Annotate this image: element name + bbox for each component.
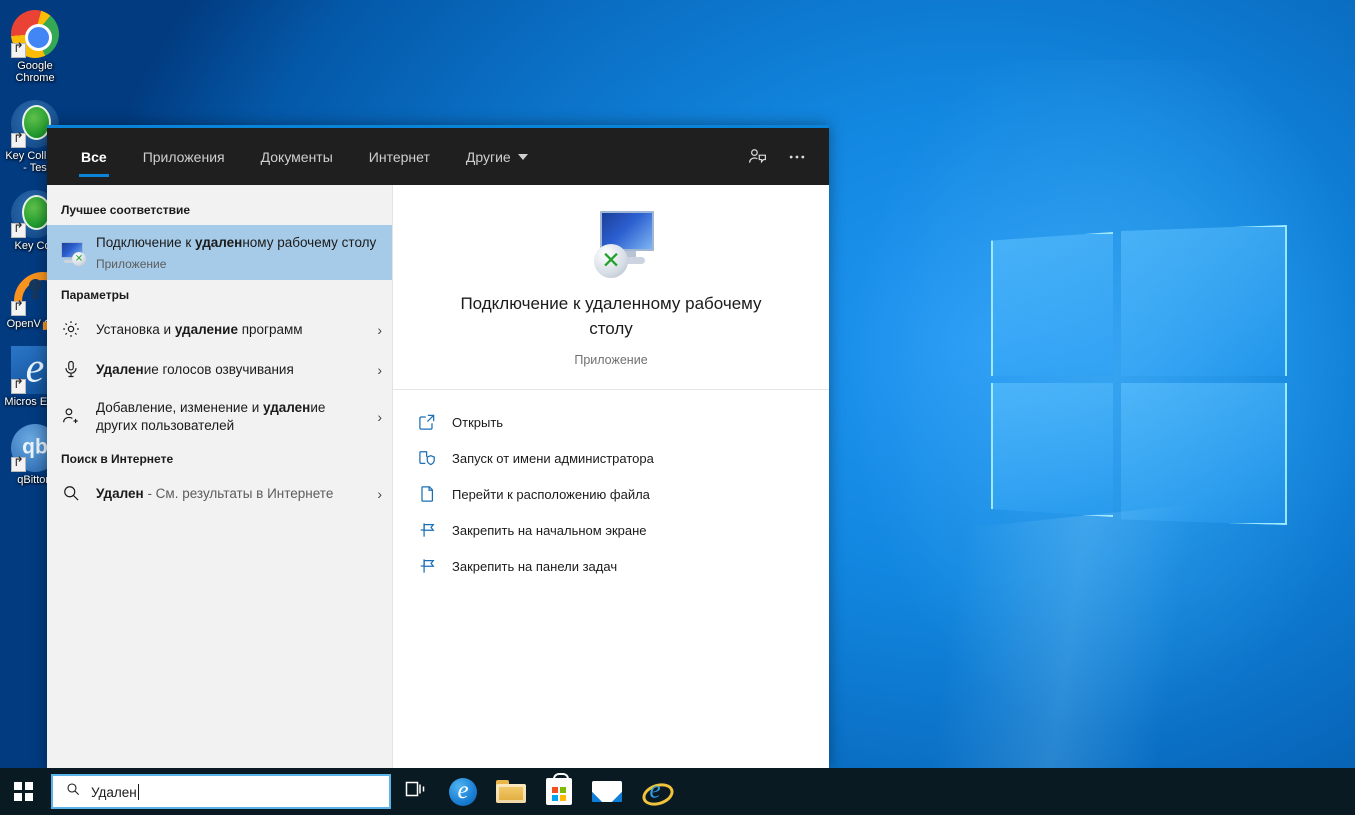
taskbar-button-mail[interactable] xyxy=(583,768,631,815)
search-results-column: Лучшее соответствие Подключение к удален… xyxy=(47,185,392,768)
text-caret xyxy=(138,784,139,800)
chevron-right-icon: › xyxy=(371,486,382,502)
result-item-remote-desktop[interactable]: Подключение к удаленному рабочему столу … xyxy=(47,225,392,280)
result-item-remove-voices[interactable]: Удаление голосов озвучивания › xyxy=(47,350,392,390)
mail-icon xyxy=(592,781,622,802)
tab-label: Приложения xyxy=(143,149,225,165)
search-flyout-header: Все Приложения Документы Интернет Другие xyxy=(47,128,829,185)
file-location-icon xyxy=(417,484,437,504)
tab-label: Документы xyxy=(261,149,333,165)
section-header-settings: Параметры xyxy=(47,280,392,310)
result-text: Удаление голосов озвучивания xyxy=(96,361,358,379)
shortcut-overlay-icon xyxy=(11,223,26,238)
search-icon xyxy=(61,483,83,505)
tab-documents[interactable]: Документы xyxy=(245,128,349,185)
search-icon xyxy=(65,781,81,802)
preview-action-list: Открыть Запуск от имени администратора xyxy=(393,390,829,584)
chevron-right-icon: › xyxy=(371,322,382,338)
pin-taskbar-icon xyxy=(417,556,437,576)
shortcut-overlay-icon xyxy=(11,301,26,316)
action-label: Перейти к расположению файла xyxy=(452,487,650,502)
microphone-icon xyxy=(61,359,83,381)
result-text: Удален - См. результаты в Интернете xyxy=(96,485,358,503)
wallpaper-window-pane-bottom-left xyxy=(991,383,1113,517)
desktop-icon-label: Google Chrome xyxy=(2,60,68,84)
desktop-icon-google-chrome[interactable]: Google Chrome xyxy=(0,6,70,90)
tab-web[interactable]: Интернет xyxy=(353,128,446,185)
task-view-icon xyxy=(403,778,427,805)
taskbar-button-internet-explorer[interactable] xyxy=(631,768,679,815)
feedback-icon[interactable] xyxy=(737,137,777,177)
tab-label: Все xyxy=(81,149,107,165)
chevron-down-icon xyxy=(518,154,528,160)
taskbar-button-microsoft-edge[interactable] xyxy=(439,768,487,815)
result-text: Подключение к удаленному рабочему столу … xyxy=(96,234,382,271)
microsoft-edge-icon xyxy=(449,778,477,806)
result-title: Установка и удаление программ xyxy=(96,322,303,337)
result-title: Удаление голосов озвучивания xyxy=(96,362,294,377)
search-flyout-body: Лучшее соответствие Подключение к удален… xyxy=(47,185,829,768)
action-label: Закрепить на панели задач xyxy=(452,559,617,574)
result-title: Добавление, изменение и удаление других … xyxy=(96,400,325,433)
tab-more[interactable]: Другие xyxy=(450,128,544,185)
action-label: Запуск от имени администратора xyxy=(452,451,654,466)
shortcut-overlay-icon xyxy=(11,457,26,472)
tab-all[interactable]: Все xyxy=(65,128,123,185)
open-icon xyxy=(417,412,437,432)
start-button[interactable] xyxy=(0,768,47,815)
tab-apps[interactable]: Приложения xyxy=(127,128,241,185)
remote-desktop-icon xyxy=(61,242,83,264)
preview-icon-wrapper xyxy=(423,211,799,273)
chrome-icon xyxy=(11,10,59,58)
shortcut-overlay-icon xyxy=(11,133,26,148)
gear-icon xyxy=(61,319,83,341)
taskbar-search-input[interactable]: Удален xyxy=(51,774,391,809)
task-view-button[interactable] xyxy=(391,768,439,815)
result-title: Подключение к удаленному рабочему столу xyxy=(96,235,376,250)
result-item-add-remove-programs[interactable]: Установка и удаление программ › xyxy=(47,310,392,350)
taskbar: Удален xyxy=(0,768,1355,815)
action-pin-to-taskbar[interactable]: Закрепить на панели задач xyxy=(415,548,829,584)
tab-label: Другие xyxy=(466,149,511,165)
microsoft-store-icon xyxy=(546,778,572,805)
remote-desktop-icon xyxy=(600,211,622,273)
section-header-web-search: Поиск в Интернете xyxy=(47,444,392,474)
file-explorer-icon xyxy=(496,780,526,803)
wallpaper-window-pane-top-left xyxy=(991,232,1113,376)
action-label: Открыть xyxy=(452,415,503,430)
action-pin-to-start[interactable]: Закрепить на начальном экране xyxy=(415,512,829,548)
section-header-best-match: Лучшее соответствие xyxy=(47,195,392,225)
action-run-as-administrator[interactable]: Запуск от имени администратора xyxy=(415,440,829,476)
search-tab-bar: Все Приложения Документы Интернет Другие xyxy=(47,128,737,185)
action-label: Закрепить на начальном экране xyxy=(452,523,647,538)
shortcut-overlay-icon xyxy=(11,379,26,394)
chevron-right-icon: › xyxy=(371,409,382,425)
windows-start-icon xyxy=(14,782,33,801)
wallpaper-window-pane-top-right xyxy=(1121,225,1287,376)
search-input-value: Удален xyxy=(91,784,139,800)
preview-column: Подключение к удаленному рабочему столу … xyxy=(392,185,829,768)
result-subtitle: Приложение xyxy=(96,257,382,271)
result-text: Добавление, изменение и удаление других … xyxy=(96,399,358,435)
result-title: Удален - См. результаты в Интернете xyxy=(96,486,333,501)
result-text: Установка и удаление программ xyxy=(96,321,358,339)
tab-label: Интернет xyxy=(369,149,430,165)
shield-run-icon xyxy=(417,448,437,468)
preview-subtitle: Приложение xyxy=(423,353,799,367)
result-item-web-search[interactable]: Удален - См. результаты в Интернете › xyxy=(47,474,392,514)
taskbar-button-microsoft-store[interactable] xyxy=(535,768,583,815)
more-options-icon[interactable] xyxy=(777,137,817,177)
preview-card: Подключение к удаленному рабочему столу … xyxy=(393,185,829,390)
action-open-file-location[interactable]: Перейти к расположению файла xyxy=(415,476,829,512)
internet-explorer-icon xyxy=(641,778,669,806)
action-open[interactable]: Открыть xyxy=(415,404,829,440)
search-flyout-panel: Все Приложения Документы Интернет Другие xyxy=(47,125,829,768)
preview-title: Подключение к удаленному рабочему столу xyxy=(446,291,776,341)
chevron-right-icon: › xyxy=(371,362,382,378)
pin-start-icon xyxy=(417,520,437,540)
shortcut-overlay-icon xyxy=(11,43,26,58)
taskbar-button-file-explorer[interactable] xyxy=(487,768,535,815)
add-user-icon xyxy=(61,406,83,428)
result-item-manage-users[interactable]: Добавление, изменение и удаление других … xyxy=(47,390,392,444)
